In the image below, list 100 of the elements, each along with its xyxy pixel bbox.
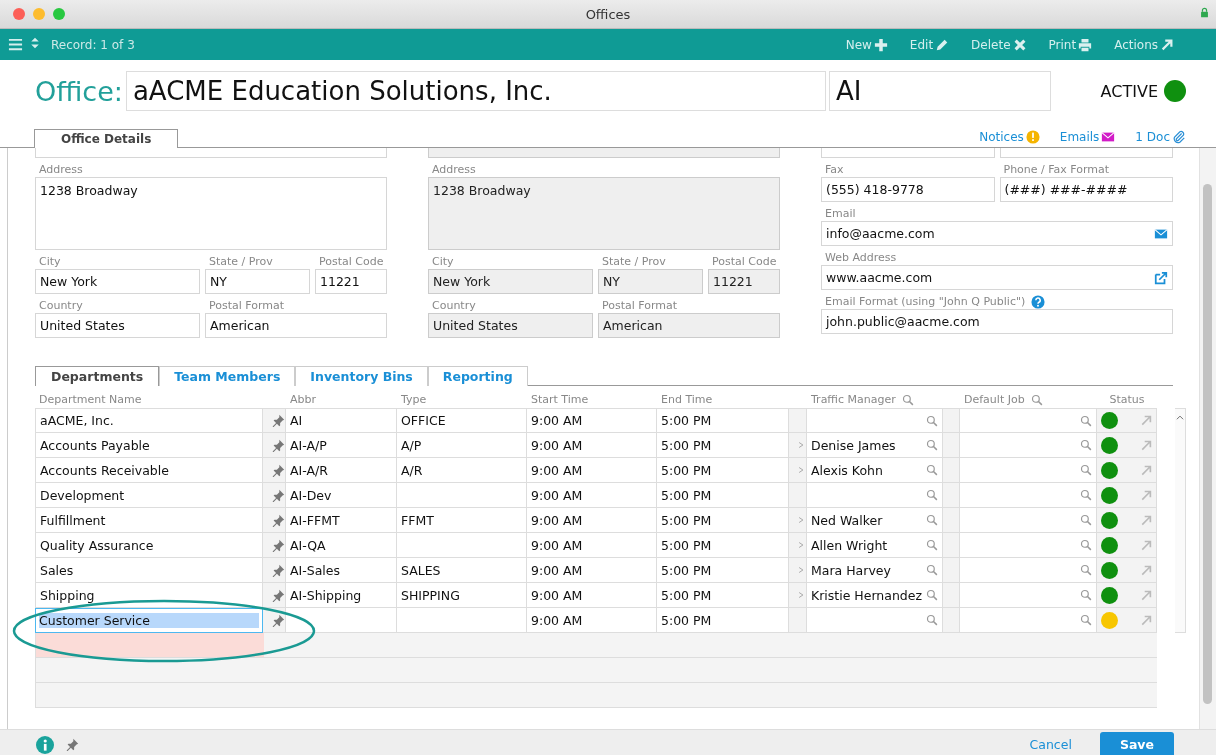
pin-icon [272,463,285,477]
pin-icon [272,414,285,427]
table-cell: SHIPPING [397,583,527,608]
table-cell: AI-A/P [286,433,397,458]
table-cell[interactable]: Sales [35,558,263,583]
tab[interactable]: Office Details [34,129,179,148]
table-cell: 9:00 AM [527,508,657,533]
plus-icon [873,37,888,52]
table-cell: 5:00 PM [657,558,789,583]
record-counter: Record: 1 of 3 [51,37,135,52]
table-cell[interactable]: Alexis Kohn [807,458,943,483]
table-cell[interactable]: Denise James [807,433,943,458]
office-name-field[interactable]: aACME Education Solutions, Inc. [125,71,826,111]
table-cell: 5:00 PM [657,508,789,533]
pin-icon [272,563,285,577]
table-cell[interactable]: aACME, Inc. [35,408,263,433]
tab[interactable]: Team Members [159,366,296,386]
text-field[interactable]: john.public@aacme.com [821,309,1173,334]
header-link[interactable]: Notices [979,130,1040,144]
column-header: Status [1109,393,1145,406]
office-abbr-field[interactable]: AI [828,71,1051,111]
text-field[interactable]: (555) 418-9778 [821,177,995,202]
up-down-icon [29,35,41,51]
search-icon [926,539,938,551]
help-icon[interactable] [1031,294,1046,309]
table-cell[interactable]: Development [35,483,263,508]
chevron-icon [796,565,806,575]
table-cell[interactable] [807,483,943,508]
header-link[interactable]: Emails [1059,130,1116,144]
text-field[interactable]: New York [35,269,200,294]
text-field[interactable]: (###) ###-#### [999,177,1173,202]
table-cell[interactable] [960,408,1097,433]
field-label: Postal Code [712,255,777,268]
table-cell: A/R [397,458,527,483]
pencil-icon [935,37,950,52]
address-field[interactable]: 1238 Broadway [35,177,387,250]
scrollbar-thumb[interactable] [1203,184,1212,704]
table-cell[interactable]: Fulfillment [35,508,263,533]
field-label: State / Prov [602,255,666,268]
search-icon [926,514,938,526]
table-cell[interactable]: Accounts Payable [35,433,263,458]
table-cell[interactable]: Ned Walker [807,508,943,533]
table-cell[interactable]: Mara Harvey [807,558,943,583]
table-cell[interactable] [960,483,1097,508]
tab[interactable]: Inventory Bins [295,366,428,386]
search-icon[interactable] [901,394,914,406]
table-cell[interactable]: Quality Assurance [35,533,263,558]
pin-icon [272,488,285,502]
office-label: Office: [35,75,123,107]
table-cell[interactable]: Customer Service [35,608,263,633]
text-field[interactable]: NY [205,269,310,294]
text-field[interactable]: 11221 [315,269,387,294]
text-field[interactable]: www.aacme.com [821,265,1173,290]
table-cell[interactable] [960,533,1097,558]
search-icon[interactable] [1030,394,1043,406]
search-icon [1080,564,1092,576]
arrow-icon [1139,588,1152,602]
table-cell: 9:00 AM [527,583,657,608]
table-cell[interactable] [807,608,943,633]
arrow-icon [1139,613,1152,627]
table-cell[interactable] [960,433,1097,458]
search-icon [926,564,938,576]
table-scrollbar[interactable] [1175,408,1186,633]
header-link[interactable]: 1 Doc [1135,130,1186,144]
table-cell[interactable]: Shipping [35,583,263,608]
zoom-button[interactable] [53,8,65,20]
table-cell[interactable] [960,508,1097,533]
table-cell[interactable]: Kristie Hernandez [807,583,943,608]
close-button[interactable] [13,8,25,20]
field-label: Fax [825,163,844,176]
field-label: Phone / Fax Format [1003,163,1110,176]
table-cell: AI-A/R [286,458,397,483]
search-icon [1080,589,1092,601]
column-header: Start Time [531,393,589,406]
text-field[interactable]: info@aacme.com [821,221,1173,246]
table-cell[interactable] [960,558,1097,583]
minimize-button[interactable] [33,8,45,20]
column-header: Department Name [39,393,142,406]
chevron-icon [796,515,806,525]
table-cell[interactable] [960,608,1097,633]
arrow-icon [1139,438,1152,452]
field-label: Postal Format [602,299,678,312]
tab[interactable]: Reporting [427,366,528,386]
table-cell [943,408,960,433]
save-button[interactable]: Save [1099,732,1174,755]
window-title: Offices [585,6,631,22]
table-cell[interactable] [807,408,943,433]
table-cell[interactable] [960,583,1097,608]
text-field[interactable]: United States [35,313,200,338]
table-cell[interactable]: Allen Wright [807,533,943,558]
field-label: Email Format (using "John Q Public") [825,295,1026,308]
search-icon [926,439,938,451]
table-cell: AI-Shipping [286,583,397,608]
chevron-icon [796,590,806,600]
text-field[interactable]: American [205,313,387,338]
table-cell[interactable]: Accounts Receivable [35,458,263,483]
pin-icon [66,738,79,751]
table-cell: 9:00 AM [527,483,657,508]
tab[interactable]: Departments [35,366,160,386]
table-cell[interactable] [960,458,1097,483]
